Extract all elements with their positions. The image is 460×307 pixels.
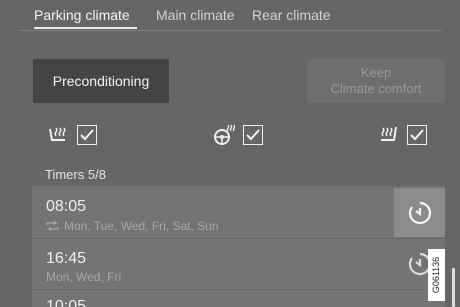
tab-parking-climate[interactable]: Parking climate xyxy=(34,7,130,23)
tabs-divider xyxy=(18,30,442,31)
image-code-text: G061136 xyxy=(431,256,442,294)
seat-heating-option[interactable] xyxy=(46,123,97,147)
preconditioning-button[interactable]: Preconditioning xyxy=(33,59,169,103)
timer-time: 16:45 xyxy=(46,250,87,267)
timer-row[interactable]: 08:05 Mon, Tue, Wed, Fri, Sat, Sun xyxy=(32,193,394,238)
row-divider xyxy=(32,289,445,290)
seat-heating-icon xyxy=(49,127,66,141)
timer-toggle-button[interactable] xyxy=(394,188,445,237)
timer-time: 10:05 xyxy=(46,298,87,307)
checkmark-icon xyxy=(80,129,94,141)
tab-main-climate[interactable]: Main climate xyxy=(156,7,235,23)
checkmark-icon xyxy=(410,129,424,141)
timers-header: Timers 5/8 xyxy=(45,167,106,182)
timer-days: Mon, Wed, Fri xyxy=(46,270,122,284)
timer-time: 08:05 xyxy=(46,198,87,215)
steering-wheel-heating-option[interactable] xyxy=(212,123,263,147)
rear-seat-heating-checkbox[interactable] xyxy=(407,125,427,145)
climate-comfort-label: Climate comfort xyxy=(330,81,422,96)
timer-row[interactable]: 16:45 Mon, Wed, Fri xyxy=(32,244,394,289)
timer-clock-icon xyxy=(408,201,431,224)
seat-heating-checkbox[interactable] xyxy=(77,125,97,145)
row-divider xyxy=(32,238,445,239)
image-code-label: G061136 xyxy=(428,249,445,301)
preconditioning-label: Preconditioning xyxy=(52,73,150,89)
repeat-icon xyxy=(46,221,59,231)
steering-wheel-heating-icon xyxy=(214,124,236,145)
keep-label: Keep xyxy=(360,65,392,80)
rear-seat-heating-option[interactable] xyxy=(376,123,427,147)
scrollbar[interactable] xyxy=(452,268,455,307)
steering-wheel-heating-checkbox[interactable] xyxy=(243,125,263,145)
tab-rear-climate[interactable]: Rear climate xyxy=(252,7,331,23)
keep-climate-comfort-button[interactable]: Keep Climate comfort xyxy=(307,59,445,103)
timer-row[interactable]: 10:05 xyxy=(32,295,394,307)
timer-days: Mon, Tue, Wed, Fri, Sat, Sun xyxy=(64,219,219,233)
active-tab-indicator xyxy=(34,27,137,29)
rear-seat-heating-icon xyxy=(381,126,397,141)
checkmark-icon xyxy=(246,129,260,141)
